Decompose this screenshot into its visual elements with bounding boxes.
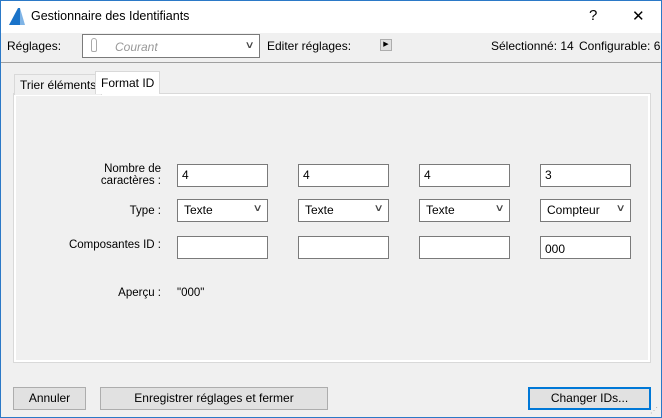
- type-select-1[interactable]: Texte ∨: [177, 199, 268, 222]
- component-input-1[interactable]: [177, 236, 268, 259]
- save-and-close-button[interactable]: Enregistrer réglages et fermer: [100, 387, 328, 410]
- settings-dropdown[interactable]: Courant ∨: [82, 34, 260, 58]
- window-title: Gestionnaire des Identifiants: [31, 9, 190, 23]
- preview-value: "000": [177, 287, 205, 299]
- help-button[interactable]: ?: [589, 7, 597, 24]
- close-button[interactable]: ✕: [632, 7, 645, 25]
- char-count-input-4[interactable]: 3: [540, 164, 631, 187]
- cancel-button[interactable]: Annuler: [13, 387, 86, 410]
- components-label: Composantes ID :: [68, 239, 161, 251]
- char-count-input-2[interactable]: 4: [298, 164, 389, 187]
- chevron-down-icon: ∨: [252, 203, 263, 214]
- chevron-down-icon: ∨: [615, 203, 626, 214]
- component-input-3[interactable]: [419, 236, 510, 259]
- separator: [1, 62, 661, 63]
- tab-sort-elements[interactable]: Trier éléments: [14, 74, 103, 95]
- tab-format-id[interactable]: Format ID: [95, 71, 161, 94]
- settings-value: Courant: [115, 40, 158, 54]
- app-logo-icon: [9, 8, 25, 25]
- type-label: Type :: [129, 205, 161, 217]
- change-ids-button[interactable]: Changer IDs...: [528, 387, 651, 410]
- chevron-down-icon: ∨: [373, 203, 384, 214]
- edit-settings-arrow-button[interactable]: ▶: [380, 39, 392, 51]
- preview-label: Aperçu :: [118, 287, 161, 299]
- selected-count: Sélectionné: 14: [491, 39, 574, 53]
- title-bar: Gestionnaire des Identifiants ? ✕: [1, 1, 661, 33]
- settings-label: Réglages:: [7, 39, 62, 53]
- char-count-input-1[interactable]: 4: [177, 164, 268, 187]
- component-input-2[interactable]: [298, 236, 389, 259]
- char-count-input-3[interactable]: 4: [419, 164, 510, 187]
- configurable-count: Configurable: 6: [579, 39, 661, 53]
- chevron-down-icon: ∨: [494, 203, 505, 214]
- chevron-down-icon: ∨: [244, 40, 255, 51]
- tab-panel: [13, 93, 651, 363]
- type-select-2[interactable]: Texte ∨: [298, 199, 389, 222]
- type-select-3[interactable]: Texte ∨: [419, 199, 510, 222]
- component-input-4[interactable]: 000: [540, 236, 631, 259]
- settings-file-icon: [91, 38, 97, 52]
- char-count-label: Nombre de caractères :: [100, 163, 161, 187]
- edit-settings-label: Editer réglages:: [267, 39, 352, 53]
- resize-grip-icon[interactable]: ⋰: [650, 406, 658, 415]
- type-select-4[interactable]: Compteur ∨: [540, 199, 631, 222]
